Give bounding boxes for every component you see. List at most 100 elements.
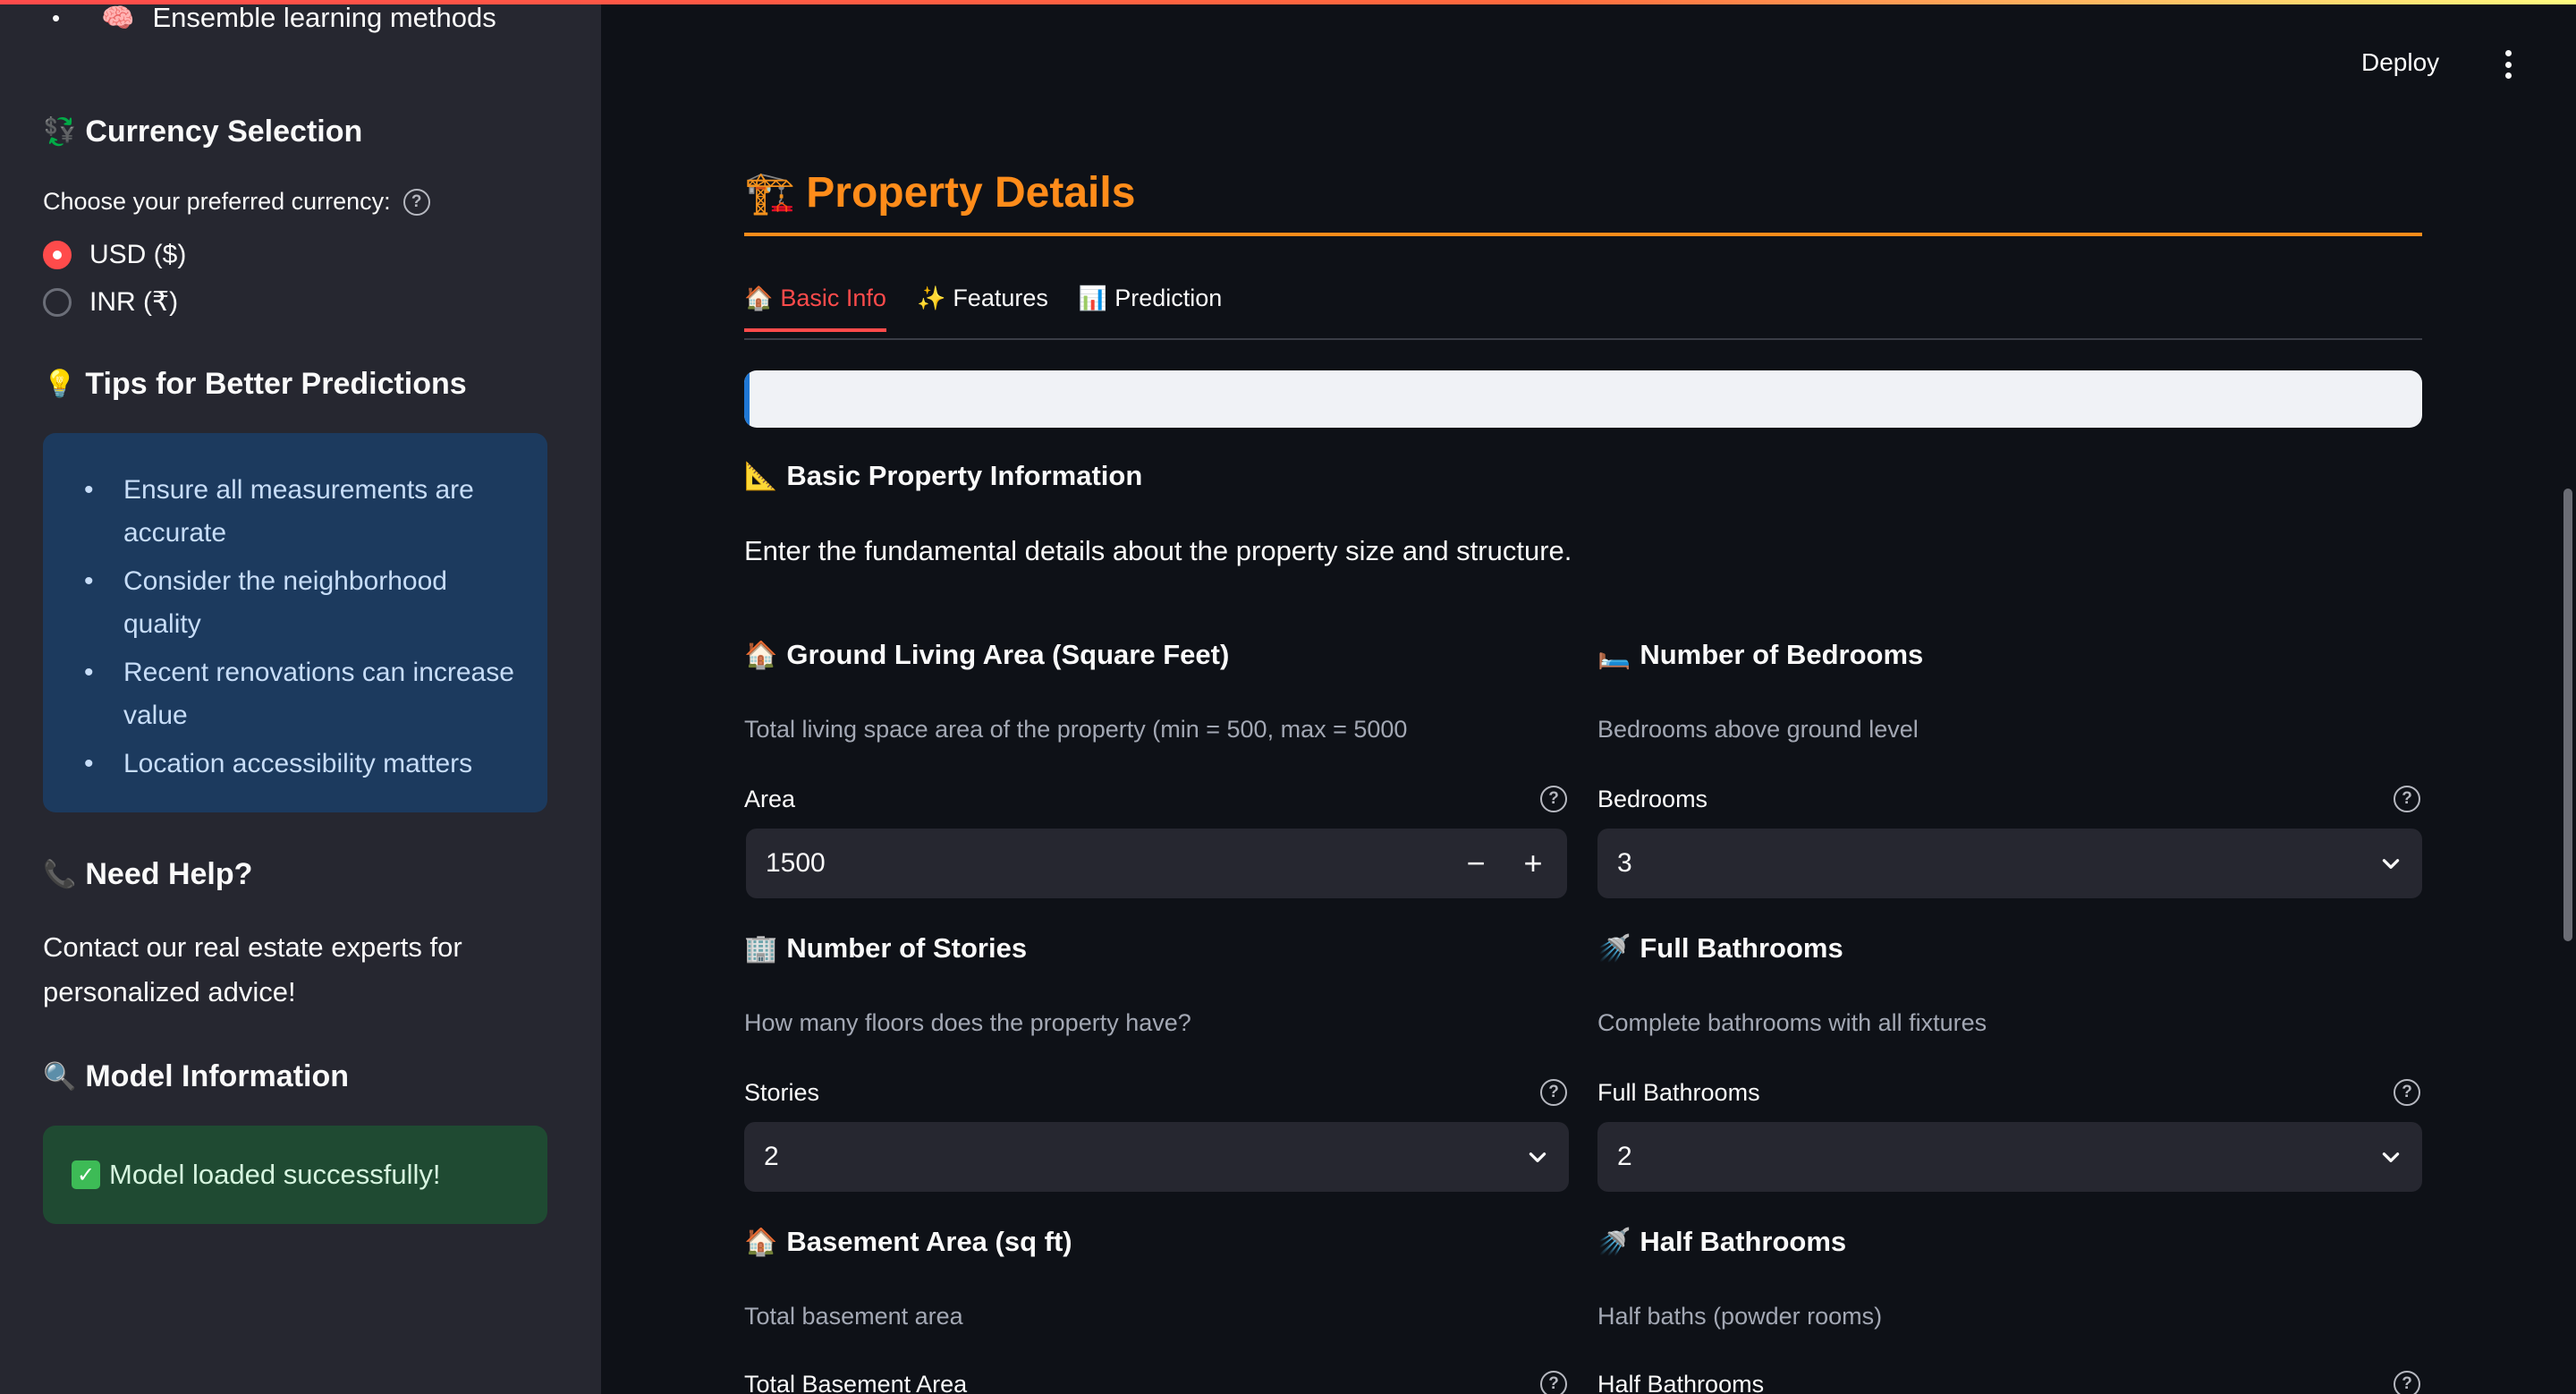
radio-unselected[interactable] xyxy=(43,287,72,317)
house-icon: 🏠 xyxy=(744,285,774,311)
select-value: 3 xyxy=(1617,848,1632,878)
tab-basic-info[interactable]: 🏠 Basic Info xyxy=(744,285,886,332)
stories-heading: 🏢 Number of Stories xyxy=(744,932,1027,965)
tips-info-box: Ensure all measurements are accurate Con… xyxy=(43,433,547,812)
tab-features[interactable]: ✨ Features xyxy=(917,285,1048,332)
currency-option-inr[interactable]: INR (₹) xyxy=(43,286,178,318)
full-bathrooms-description: Complete bathrooms with all fixtures xyxy=(1597,1009,1987,1036)
radio-selected[interactable] xyxy=(43,241,72,269)
list-item-label: Ensemble learning methods xyxy=(152,2,496,33)
shower-icon: 🚿 xyxy=(1597,933,1631,964)
tip-item: Ensure all measurements are accurate xyxy=(84,469,521,555)
tabs-divider xyxy=(744,338,2422,340)
help-heading: 📞 Need Help? xyxy=(43,857,252,892)
field-heading-text: Number of Stories xyxy=(786,932,1028,964)
increment-button[interactable]: + xyxy=(1504,829,1562,898)
progress-fill xyxy=(744,370,750,428)
stories-label: Stories xyxy=(744,1079,820,1106)
bed-icon: 🛏️ xyxy=(1597,640,1631,670)
magnifier-icon: 🔍 xyxy=(43,1062,77,1092)
area-input-value[interactable]: 1500 xyxy=(766,848,1447,879)
basement-label: Total Basement Area xyxy=(744,1371,968,1394)
field-heading-text: Half Bathrooms xyxy=(1640,1226,1847,1257)
tip-item: Location accessibility matters xyxy=(84,743,521,786)
help-icon[interactable]: ? xyxy=(2394,786,2420,812)
chevron-down-icon[interactable] xyxy=(2360,1145,2422,1169)
chevron-down-icon[interactable] xyxy=(2360,852,2422,875)
bedrooms-heading: 🛏️ Number of Bedrooms xyxy=(1597,639,1923,671)
currency-option-usd[interactable]: USD ($) xyxy=(43,240,186,270)
check-mark-icon: ✓ xyxy=(72,1160,100,1189)
chevron-down-icon[interactable] xyxy=(1506,1145,1569,1169)
model-heading: 🔍 Model Information xyxy=(43,1059,349,1094)
help-icon[interactable]: ? xyxy=(1540,1371,1567,1394)
basement-heading: 🏠 Basement Area (sq ft) xyxy=(744,1226,1072,1258)
half-bathrooms-description: Half baths (powder rooms) xyxy=(1597,1303,1883,1330)
section-heading: 📐 Basic Property Information xyxy=(744,460,1142,492)
help-icon[interactable]: ? xyxy=(2394,1079,2420,1106)
house-icon: 🏠 xyxy=(744,640,778,670)
radio-label: USD ($) xyxy=(89,240,187,269)
model-success-alert: ✓ Model loaded successfully! xyxy=(43,1126,547,1224)
tab-label: Features xyxy=(953,285,1048,311)
progress-bar xyxy=(744,370,2422,428)
help-icon[interactable]: ? xyxy=(2394,1371,2420,1394)
help-heading-text: Need Help? xyxy=(85,857,253,891)
bullet: • xyxy=(52,4,61,31)
telephone-icon: 📞 xyxy=(43,860,77,889)
tab-prediction[interactable]: 📊 Prediction xyxy=(1079,285,1222,332)
bar-chart-icon: 📊 xyxy=(1078,285,1108,311)
brain-icon: 🧠 xyxy=(101,3,135,33)
triangular-ruler-icon: 📐 xyxy=(744,461,778,491)
area-description: Total living space area of the property … xyxy=(744,716,1408,743)
help-icon[interactable]: ? xyxy=(1540,786,1567,812)
title-divider xyxy=(744,233,2422,236)
field-heading-text: Basement Area (sq ft) xyxy=(786,1226,1072,1257)
model-status-text: Model loaded successfully! xyxy=(109,1159,441,1190)
currency-label-text: Choose your preferred currency: xyxy=(43,188,391,215)
sidebar-list-item: • 🧠 Ensemble learning methods xyxy=(52,2,496,34)
model-heading-text: Model Information xyxy=(85,1059,350,1093)
currency-label: Choose your preferred currency: ? xyxy=(43,188,430,216)
tab-label: Prediction xyxy=(1114,285,1223,311)
field-heading-text: Number of Bedrooms xyxy=(1640,639,1924,670)
radio-label: INR (₹) xyxy=(89,287,179,317)
top-decoration-bar xyxy=(0,0,2576,4)
bedrooms-description: Bedrooms above ground level xyxy=(1597,716,1919,743)
decrement-button[interactable]: − xyxy=(1447,829,1504,898)
lightbulb-icon: 💡 xyxy=(43,370,77,399)
basement-description: Total basement area xyxy=(744,1303,963,1330)
house-icon: 🏠 xyxy=(744,1227,778,1257)
office-building-icon: 🏢 xyxy=(744,933,778,964)
area-label: Area xyxy=(744,786,796,812)
tips-heading: 💡 Tips for Better Predictions xyxy=(43,367,467,402)
field-heading-text: Ground Living Area (Square Feet) xyxy=(786,639,1230,670)
main-menu-icon[interactable] xyxy=(2496,50,2521,79)
help-icon[interactable]: ? xyxy=(1540,1079,1567,1106)
page-title: 🏗️ Property Details xyxy=(744,168,1135,217)
stories-description: How many floors does the property have? xyxy=(744,1009,1191,1036)
full-bathrooms-select[interactable]: 2 xyxy=(1597,1122,2422,1192)
currency-heading: 💱 Currency Selection xyxy=(43,115,362,149)
area-heading: 🏠 Ground Living Area (Square Feet) xyxy=(744,639,1229,671)
field-heading-text: Full Bathrooms xyxy=(1640,932,1843,964)
stories-select[interactable]: 2 xyxy=(744,1122,1569,1192)
bedrooms-select[interactable]: 3 xyxy=(1597,829,2422,898)
shower-icon: 🚿 xyxy=(1597,1227,1631,1257)
tips-heading-text: Tips for Better Predictions xyxy=(85,367,467,401)
section-heading-text: Basic Property Information xyxy=(786,460,1143,491)
select-value: 2 xyxy=(1617,1142,1632,1171)
scrollbar[interactable] xyxy=(2563,489,2572,941)
deploy-button[interactable]: Deploy xyxy=(2361,48,2439,77)
half-bathrooms-label: Half Bathrooms xyxy=(1597,1371,1765,1394)
currency-heading-text: Currency Selection xyxy=(85,115,363,149)
tip-item: Consider the neighborhood quality xyxy=(84,560,521,646)
half-bathrooms-heading: 🚿 Half Bathrooms xyxy=(1597,1226,1846,1258)
tab-bar: 🏠 Basic Info ✨ Features 📊 Prediction xyxy=(744,285,1222,332)
sparkles-icon: ✨ xyxy=(916,285,946,311)
tip-item: Recent renovations can increase value xyxy=(84,651,521,737)
area-number-input[interactable]: 1500 − + xyxy=(746,829,1567,898)
select-value: 2 xyxy=(764,1142,779,1171)
full-bathrooms-heading: 🚿 Full Bathrooms xyxy=(1597,932,1843,965)
help-icon[interactable]: ? xyxy=(402,188,430,216)
